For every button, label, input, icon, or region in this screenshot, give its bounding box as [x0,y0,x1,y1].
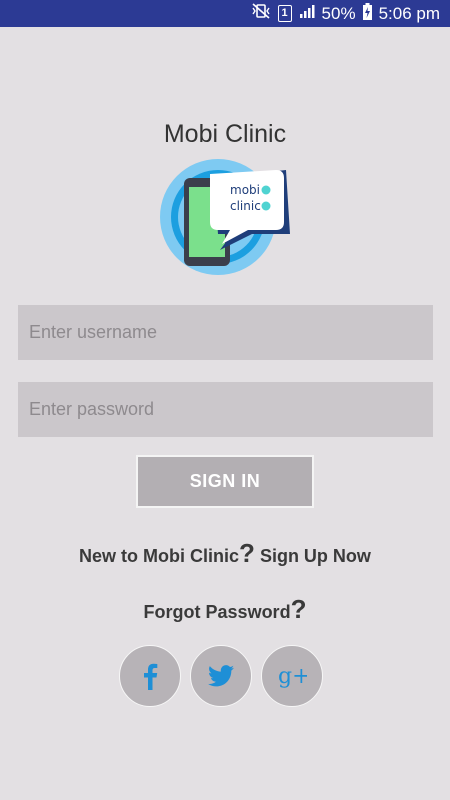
facebook-login-button[interactable] [119,645,181,707]
sign-up-now-label: Sign Up Now [254,546,371,566]
google-plus-glyph: g+ [278,664,307,689]
logo-text-clinic: clinic [230,199,261,213]
battery-percent: 50% [321,3,356,23]
sim-slot-icon: 1 [277,5,292,22]
battery-charging-icon [362,2,372,25]
twitter-icon [208,665,234,687]
vibrate-mute-icon [251,3,271,24]
signal-icon [299,3,315,24]
facebook-icon [144,663,158,690]
sign-in-button[interactable]: SIGN IN [136,455,314,508]
google-plus-icon: g+ [278,664,307,689]
sign-up-question-mark: ? [239,538,255,568]
app-title: Mobi Clinic [163,120,287,148]
app-logo: mobi clinic [160,154,292,282]
forgot-password-question-mark: ? [290,594,307,624]
logo-text-mobi: mobi [230,183,260,197]
google-plus-login-button[interactable]: g+ [261,645,323,707]
password-input[interactable] [18,382,433,437]
username-input[interactable] [18,305,433,360]
twitter-login-button[interactable] [190,645,252,707]
status-bar: 1 50% 5:06 pm [0,0,450,27]
forgot-password-label: Forgot Password [143,602,291,622]
sign-up-link[interactable]: New to Mobi Clinic? Sign Up Now [0,538,450,569]
forgot-password-link[interactable]: Forgot Password? [0,594,450,625]
sign-up-prompt: New to Mobi Clinic [79,546,240,566]
clock: 5:06 pm [378,3,440,23]
